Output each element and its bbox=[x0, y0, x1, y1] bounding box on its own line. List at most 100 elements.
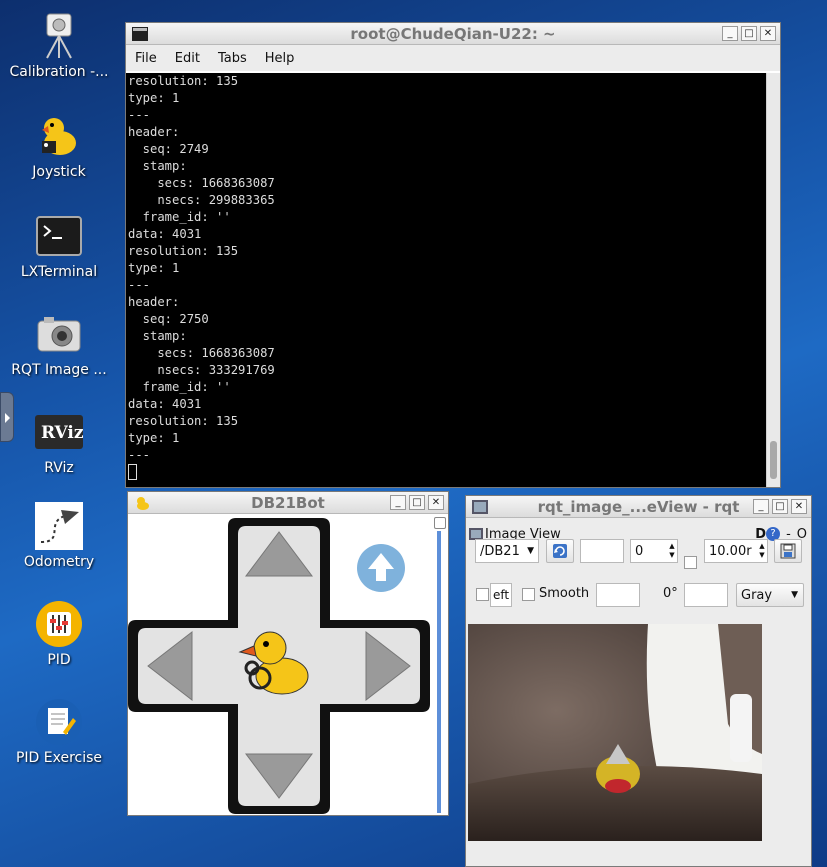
menu-file[interactable]: File bbox=[126, 51, 166, 66]
topic-select[interactable]: /DB21 ▼ bbox=[475, 539, 539, 563]
desktop-icon-rviz[interactable]: RViz RViz bbox=[2, 408, 116, 476]
terminal-cursor bbox=[128, 464, 137, 480]
spin-arrows-icon[interactable]: ▲ ▼ bbox=[757, 542, 767, 560]
terminal-icon bbox=[35, 212, 83, 260]
pid-exercise-icon bbox=[35, 698, 83, 746]
terminal-line: nsecs: 333291769 bbox=[128, 363, 275, 377]
rqt-titlebar[interactable]: rqt_image_...eView - rqt _ □ ✕ bbox=[466, 496, 811, 518]
terminal-menubar: File Edit Tabs Help bbox=[126, 45, 780, 71]
terminal-line: --- bbox=[128, 278, 151, 292]
rotation-label: 0° bbox=[663, 586, 678, 601]
rviz-icon: RViz bbox=[35, 408, 83, 456]
rqt-image-view-window: rqt_image_...eView - rqt _ □ ✕ Image Vie… bbox=[465, 495, 812, 867]
value-spinbox[interactable]: 0 ▲ ▼ bbox=[630, 539, 678, 563]
desktop-icon-calibration[interactable]: Calibration -... bbox=[2, 12, 116, 80]
terminal-line: --- bbox=[128, 448, 151, 462]
desktop-icon-pid[interactable]: PID bbox=[2, 600, 116, 668]
smooth-label: Smooth bbox=[539, 586, 590, 601]
refresh-button[interactable] bbox=[546, 539, 574, 563]
menu-edit[interactable]: Edit bbox=[166, 51, 209, 66]
close-button[interactable]: ✕ bbox=[428, 495, 444, 510]
terminal-line: --- bbox=[128, 108, 151, 122]
desktop-icon-label: LXTerminal bbox=[20, 264, 98, 280]
terminal-line: secs: 1668363087 bbox=[128, 346, 275, 360]
menu-help[interactable]: Help bbox=[256, 51, 304, 66]
pid-icon bbox=[35, 600, 83, 648]
svg-text:RViz: RViz bbox=[41, 423, 83, 443]
terminal-app-icon bbox=[132, 26, 148, 41]
terminal-line: resolution: 135 bbox=[128, 74, 239, 88]
terminal-line: stamp: bbox=[128, 159, 187, 173]
terminal-line: data: 4031 bbox=[128, 397, 202, 411]
desktop-icon-lxterminal[interactable]: LXTerminal bbox=[2, 212, 116, 280]
terminal-scrollbar[interactable] bbox=[766, 73, 780, 487]
desktop-icon-label: PID Exercise bbox=[15, 750, 103, 766]
terminal-line: frame_id: '' bbox=[128, 380, 231, 394]
scrollbar-thumb[interactable] bbox=[770, 441, 777, 479]
chevron-down-icon: ▼ bbox=[527, 546, 534, 556]
camera-image[interactable] bbox=[468, 624, 762, 841]
duck-app-icon bbox=[137, 496, 149, 510]
panel-expand-handle[interactable] bbox=[0, 392, 14, 442]
terminal-line: data: 4031 bbox=[128, 227, 202, 241]
desktop-icon-pid-exercise[interactable]: PID Exercise bbox=[2, 698, 116, 766]
save-image-button[interactable] bbox=[774, 539, 802, 563]
save-icon bbox=[780, 543, 796, 559]
terminal-line: type: 1 bbox=[128, 431, 180, 445]
close-button[interactable]: ✕ bbox=[791, 499, 807, 514]
menu-tabs[interactable]: Tabs bbox=[209, 51, 256, 66]
desktop-icon-joystick[interactable]: Joystick bbox=[2, 112, 116, 180]
desktop-icon-label: Calibration -... bbox=[9, 64, 109, 80]
rqt-app-icon bbox=[472, 499, 488, 514]
desktop-icon-label: Odometry bbox=[23, 554, 95, 570]
terminal-line: seq: 2750 bbox=[128, 312, 209, 326]
desktop-icon-rqt-image[interactable]: RQT Image ... bbox=[2, 310, 116, 378]
terminal-line: secs: 1668363087 bbox=[128, 176, 275, 190]
min-value-field[interactable] bbox=[580, 539, 624, 563]
options-toolbar: eft Smooth 0° Gray ▼ bbox=[466, 583, 811, 607]
terminal-line: header: bbox=[128, 125, 180, 139]
desktop-icon-label: RViz bbox=[44, 460, 74, 476]
camera-icon bbox=[35, 310, 83, 358]
terminal-line: resolution: 135 bbox=[128, 244, 239, 258]
maximize-button[interactable]: □ bbox=[409, 495, 425, 510]
minimize-button[interactable]: _ bbox=[722, 26, 738, 41]
terminal-output[interactable]: resolution: 135 type: 1 --- header: seq: 27… bbox=[126, 73, 780, 487]
minimize-button[interactable]: _ bbox=[753, 499, 769, 514]
terminal-titlebar[interactable]: root@ChudeQian-U22: ~ _ □ ✕ bbox=[126, 23, 780, 45]
terminal-window: root@ChudeQian-U22: ~ _ □ ✕ File Edit Ta… bbox=[125, 22, 781, 488]
odometry-icon bbox=[35, 502, 83, 550]
terminal-line: nsecs: 299883365 bbox=[128, 193, 275, 207]
scroll-up-button[interactable] bbox=[434, 517, 446, 529]
duck-joystick-icon bbox=[35, 112, 83, 160]
max-checkbox[interactable] bbox=[684, 556, 697, 569]
joystick-scrollbar[interactable] bbox=[434, 517, 446, 815]
scrollbar-thumb[interactable] bbox=[437, 531, 441, 813]
rotation-field[interactable] bbox=[684, 583, 728, 607]
calibration-icon bbox=[35, 12, 83, 60]
desktop-icon-label: Joystick bbox=[32, 164, 86, 180]
terminal-line: header: bbox=[128, 295, 180, 309]
forward-arrow-icon[interactable] bbox=[356, 543, 406, 593]
max-spinbox[interactable]: 10.00r ▲ ▼ bbox=[704, 539, 768, 563]
left-field[interactable]: eft bbox=[490, 583, 512, 607]
terminal-line: type: 1 bbox=[128, 261, 180, 275]
colormap-select[interactable]: Gray ▼ bbox=[736, 583, 804, 607]
refresh-icon bbox=[553, 544, 567, 558]
terminal-line: resolution: 135 bbox=[128, 414, 239, 428]
maximize-button[interactable]: □ bbox=[741, 26, 757, 41]
joystick-pad bbox=[128, 514, 448, 815]
terminal-line: seq: 2749 bbox=[128, 142, 209, 156]
joystick-titlebar[interactable]: DB21Bot _ □ ✕ bbox=[128, 492, 448, 514]
joystick-window: DB21Bot _ □ ✕ bbox=[127, 491, 449, 816]
spin-arrows-icon[interactable]: ▲ ▼ bbox=[667, 542, 677, 560]
maximize-button[interactable]: □ bbox=[772, 499, 788, 514]
smooth-checkbox[interactable] bbox=[522, 588, 535, 601]
desktop-icon-odometry[interactable]: Odometry bbox=[2, 502, 116, 570]
smooth-value-field[interactable] bbox=[596, 583, 640, 607]
close-button[interactable]: ✕ bbox=[760, 26, 776, 41]
minimize-button[interactable]: _ bbox=[390, 495, 406, 510]
desktop-icon-label: RQT Image ... bbox=[11, 362, 107, 378]
left-checkbox[interactable] bbox=[476, 588, 489, 601]
terminal-line: frame_id: '' bbox=[128, 210, 231, 224]
